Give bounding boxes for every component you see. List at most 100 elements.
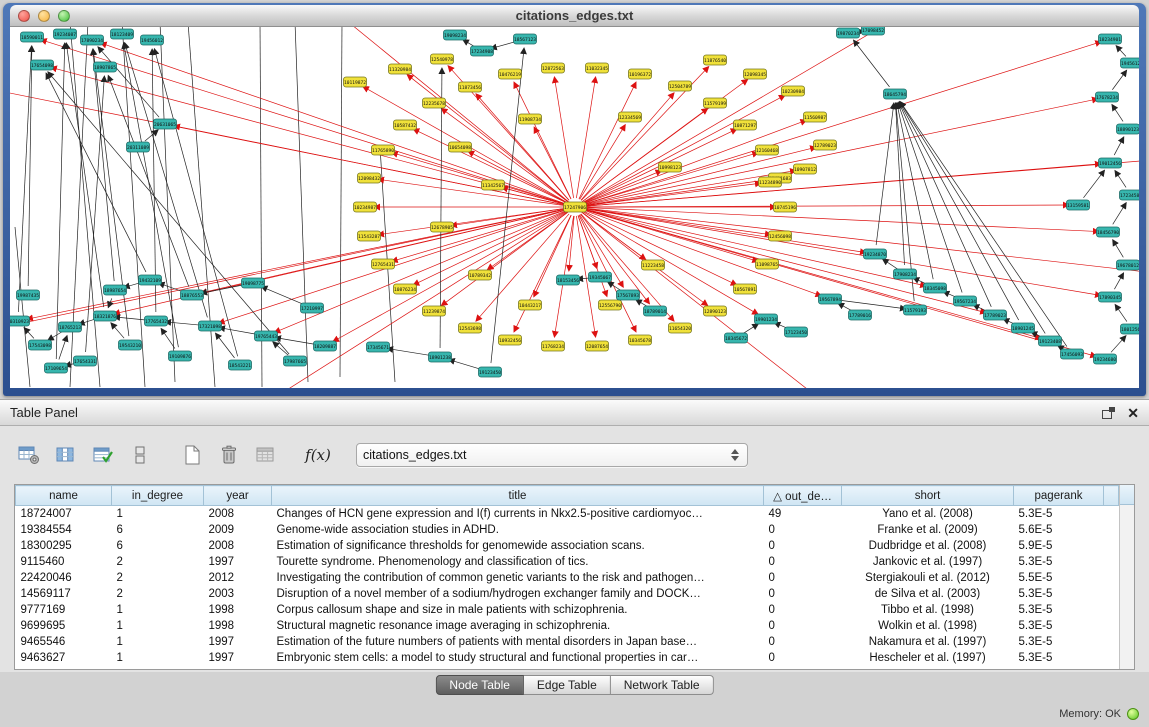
graph-node[interactable]: 12235678 <box>423 98 446 108</box>
graph-node[interactable]: 19012456 <box>1099 158 1122 168</box>
graph-node[interactable]: 18907865 <box>94 62 117 72</box>
graph-edge[interactable] <box>853 40 889 87</box>
graph-edge[interactable] <box>584 209 926 286</box>
table-row[interactable]: 1872400712008Changes of HCN gene express… <box>16 506 1119 522</box>
graph-edge[interactable] <box>275 338 316 345</box>
window-titlebar[interactable]: citations_edges.txt <box>10 5 1139 27</box>
graph-node[interactable]: 12789023 <box>814 140 837 150</box>
new-column-button[interactable] <box>179 442 205 468</box>
graph-node[interactable]: 10345678 <box>629 335 652 345</box>
graph-edge[interactable] <box>1115 171 1126 188</box>
table-source-dropdown[interactable]: citations_edges.txt <box>356 443 748 467</box>
graph-edge[interactable] <box>1113 240 1124 258</box>
graph-node[interactable]: 10745196 <box>774 202 797 212</box>
table-row[interactable]: 1456911722003Disruption of a novel membe… <box>16 586 1119 602</box>
graph-edge[interactable] <box>1112 105 1123 122</box>
graph-node[interactable]: 17789023 <box>984 310 1007 320</box>
graph-node[interactable]: 18234901 <box>1099 34 1122 44</box>
graph-node[interactable]: 18901238 <box>429 352 452 362</box>
graph-node[interactable]: 17789016 <box>849 310 872 320</box>
graph-node[interactable]: 17109654 <box>45 363 68 373</box>
graph-node[interactable]: 11768234 <box>542 341 565 351</box>
graph-node[interactable]: 12540978 <box>431 54 454 64</box>
graph-node[interactable]: 18123409 <box>111 29 134 39</box>
graph-node[interactable]: 10907812 <box>794 164 817 174</box>
graph-edge[interactable] <box>125 43 208 318</box>
graph-node[interactable]: 11543287 <box>358 231 381 241</box>
graph-node[interactable]: 18890123 <box>1117 124 1140 134</box>
graph-edge[interactable] <box>569 216 574 271</box>
graph-node[interactable]: 12334569 <box>619 112 642 122</box>
graph-edge[interactable] <box>584 208 771 234</box>
graph-node[interactable]: 18345098 <box>924 283 947 293</box>
graph-node[interactable]: 12678905 <box>431 222 454 232</box>
graph-node[interactable]: 11320984 <box>389 64 412 74</box>
graph-edge[interactable] <box>584 99 1098 205</box>
graph-edge[interactable] <box>584 209 1097 356</box>
graph-node[interactable]: 17678234 <box>1096 92 1119 102</box>
graph-node[interactable]: 19567234 <box>954 296 977 306</box>
close-window-button[interactable] <box>18 10 30 22</box>
graph-node[interactable]: 19987435 <box>17 290 40 300</box>
graph-node[interactable]: 19456120 <box>1121 58 1140 68</box>
graph-node[interactable]: 11579193 <box>904 305 927 315</box>
graph-node[interactable]: 17765432 <box>145 316 168 326</box>
row-height-button[interactable] <box>127 442 153 468</box>
column-header[interactable]: name <box>16 486 112 506</box>
graph-node[interactable]: 13159581 <box>1067 200 1090 210</box>
graph-edge[interactable] <box>899 102 1018 320</box>
graph-edge[interactable] <box>261 287 303 305</box>
graph-node[interactable]: 20310923 <box>10 316 30 326</box>
graph-node[interactable]: 20631065 <box>154 119 177 129</box>
graph-edge[interactable] <box>584 170 796 205</box>
graph-node[interactable]: 19432109 <box>139 275 162 285</box>
graph-edge[interactable] <box>583 170 661 203</box>
graph-edge[interactable] <box>1115 304 1127 321</box>
network-graph-area[interactable]: 1074519611431683121604681087129711579199… <box>10 27 1139 388</box>
graph-edge[interactable] <box>1114 137 1124 155</box>
graph-node[interactable]: 17890345 <box>1099 292 1122 302</box>
graph-node[interactable]: 19678012 <box>1117 260 1140 270</box>
graph-edge[interactable] <box>59 336 67 360</box>
close-panel-icon[interactable]: ✕ <box>1127 407 1139 419</box>
graph-node[interactable]: 17654098 <box>31 60 54 70</box>
graph-edge[interactable] <box>378 179 566 205</box>
graph-node[interactable]: 18645794 <box>884 89 907 99</box>
graph-node[interactable]: 12098432 <box>358 173 381 183</box>
minimize-window-button[interactable] <box>38 10 50 22</box>
graph-edge[interactable] <box>1083 170 1104 198</box>
graph-node[interactable]: 17890234 <box>81 35 104 45</box>
graph-node[interactable]: 18901245 <box>1012 323 1035 333</box>
graph-node[interactable]: 18987654 <box>104 285 127 295</box>
graph-node[interactable]: 19234087 <box>54 29 77 39</box>
graph-edge[interactable] <box>583 95 785 203</box>
graph-node[interactable]: 17567893 <box>617 290 640 300</box>
graph-node[interactable]: 19109876 <box>169 351 192 361</box>
graph-node[interactable]: 18590011 <box>21 32 44 42</box>
graph-node[interactable]: 17234908 <box>471 46 494 56</box>
graph-node[interactable]: 17247906 <box>564 202 587 212</box>
graph-node[interactable]: 12872563 <box>542 63 565 73</box>
column-header[interactable]: short <box>842 486 1014 506</box>
graph-node[interactable]: 18876553 <box>181 290 204 300</box>
graph-node[interactable]: 12765431 <box>372 259 395 269</box>
graph-node[interactable]: 17345671 <box>367 342 390 352</box>
graph-node[interactable]: 12160468 <box>756 145 779 155</box>
graph-node[interactable]: 19123450 <box>479 367 502 377</box>
graph-node[interactable]: 11873456 <box>459 82 482 92</box>
graph-edge[interactable] <box>1111 336 1126 353</box>
table-row[interactable]: 946554611997Estimation of the future num… <box>16 634 1119 650</box>
table-row[interactable]: 911546021997Tourette syndrome. Phenomeno… <box>16 554 1119 570</box>
graph-node[interactable]: 12504789 <box>669 81 692 91</box>
graph-edge[interactable] <box>576 77 595 198</box>
graph-edge[interactable] <box>48 72 289 354</box>
graph-node[interactable]: 19901234 <box>755 314 778 324</box>
graph-node[interactable]: 19543210 <box>119 340 142 350</box>
graph-node[interactable]: 18567123 <box>514 34 537 44</box>
table-row[interactable]: 1938455462009Genome-wide association stu… <box>16 522 1119 538</box>
graph-node[interactable]: 10196372 <box>629 69 652 79</box>
table-row[interactable]: 2242004622012Investigating the contribut… <box>16 570 1119 586</box>
zoom-window-button[interactable] <box>58 10 70 22</box>
graph-edge[interactable] <box>608 282 621 290</box>
graph-node[interactable]: 11560987 <box>804 112 827 122</box>
